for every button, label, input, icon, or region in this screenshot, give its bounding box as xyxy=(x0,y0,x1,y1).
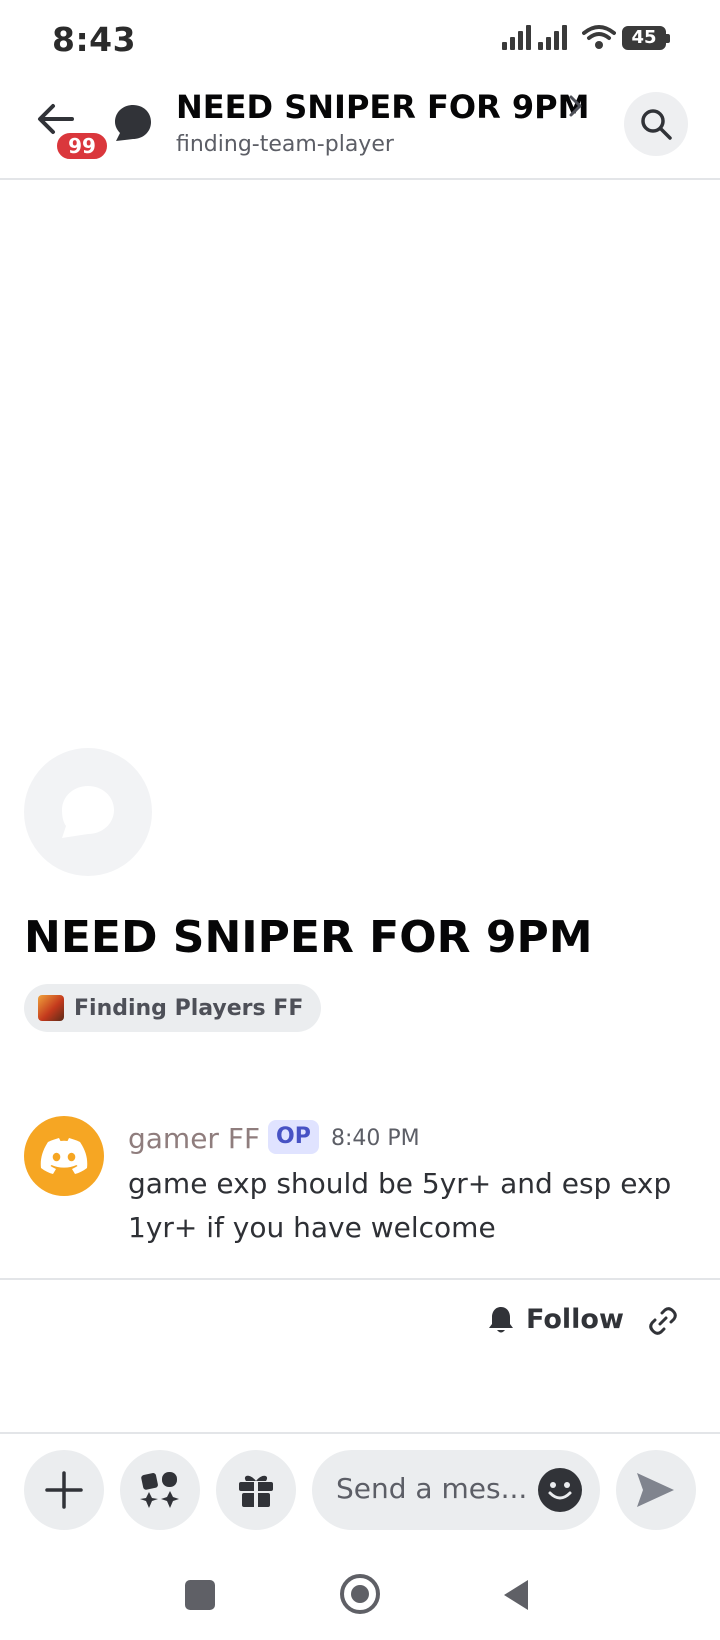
follow-label: Follow xyxy=(526,1304,624,1335)
send-button[interactable] xyxy=(616,1450,696,1530)
link-icon[interactable] xyxy=(648,1306,678,1336)
divider xyxy=(0,1432,720,1434)
discord-logo-icon xyxy=(40,1138,88,1174)
search-button[interactable] xyxy=(624,92,688,156)
thread-bubble-icon xyxy=(115,105,151,141)
gift-button[interactable] xyxy=(216,1450,296,1530)
apps-icon xyxy=(140,1472,179,1508)
add-attachment-button[interactable] xyxy=(24,1450,104,1530)
thread-header: 99 NEED SNIPER FOR 9PM finding-team-play… xyxy=(0,80,720,180)
chevron-right-icon[interactable] xyxy=(568,94,584,118)
bell-icon xyxy=(489,1306,513,1332)
recent-apps-button[interactable] xyxy=(185,1580,215,1610)
avatar[interactable] xyxy=(24,1116,104,1196)
send-icon xyxy=(637,1473,674,1507)
op-badge: OP xyxy=(268,1120,319,1154)
message-input-placeholder: Send a mes... xyxy=(336,1472,528,1505)
tag-label: Finding Players FF xyxy=(74,995,304,1021)
thread-title: NEED SNIPER FOR 9PM xyxy=(24,912,593,963)
battery-icon: 45 xyxy=(622,26,670,50)
forum-tag[interactable]: Finding Players FF xyxy=(24,984,322,1032)
tag-image xyxy=(38,995,64,1021)
wifi-icon xyxy=(582,25,616,49)
thread-icon-circle xyxy=(24,748,152,876)
message-timestamp: 8:40 PM xyxy=(331,1126,420,1151)
unread-badge: 99 xyxy=(54,130,110,162)
signal-icon xyxy=(502,25,531,50)
header-channel-name[interactable]: finding-team-player xyxy=(176,132,394,157)
apps-button[interactable] xyxy=(120,1450,200,1530)
home-button[interactable] xyxy=(340,1574,380,1614)
thread-bubble-icon xyxy=(62,786,114,838)
plus-icon xyxy=(45,1471,83,1509)
divider xyxy=(0,1278,720,1280)
nav-back-icon[interactable] xyxy=(502,1578,530,1612)
message-author[interactable]: gamer FF xyxy=(128,1122,260,1155)
gift-icon xyxy=(239,1475,273,1507)
message-text: game exp should be 5yr+ and esp exp 1yr+… xyxy=(128,1167,672,1244)
emoji-button[interactable] xyxy=(538,1468,582,1512)
search-icon xyxy=(641,109,672,140)
message-input[interactable]: Send a mes... xyxy=(312,1450,600,1530)
status-bar: 8:43 45 xyxy=(0,0,720,80)
header-title[interactable]: NEED SNIPER FOR 9PM xyxy=(176,88,589,126)
emoji-icon xyxy=(548,1482,572,1500)
follow-button[interactable]: Follow xyxy=(488,1304,624,1335)
status-time: 8:43 xyxy=(52,20,137,59)
battery-level: 45 xyxy=(631,27,657,48)
signal-icon xyxy=(538,25,567,50)
